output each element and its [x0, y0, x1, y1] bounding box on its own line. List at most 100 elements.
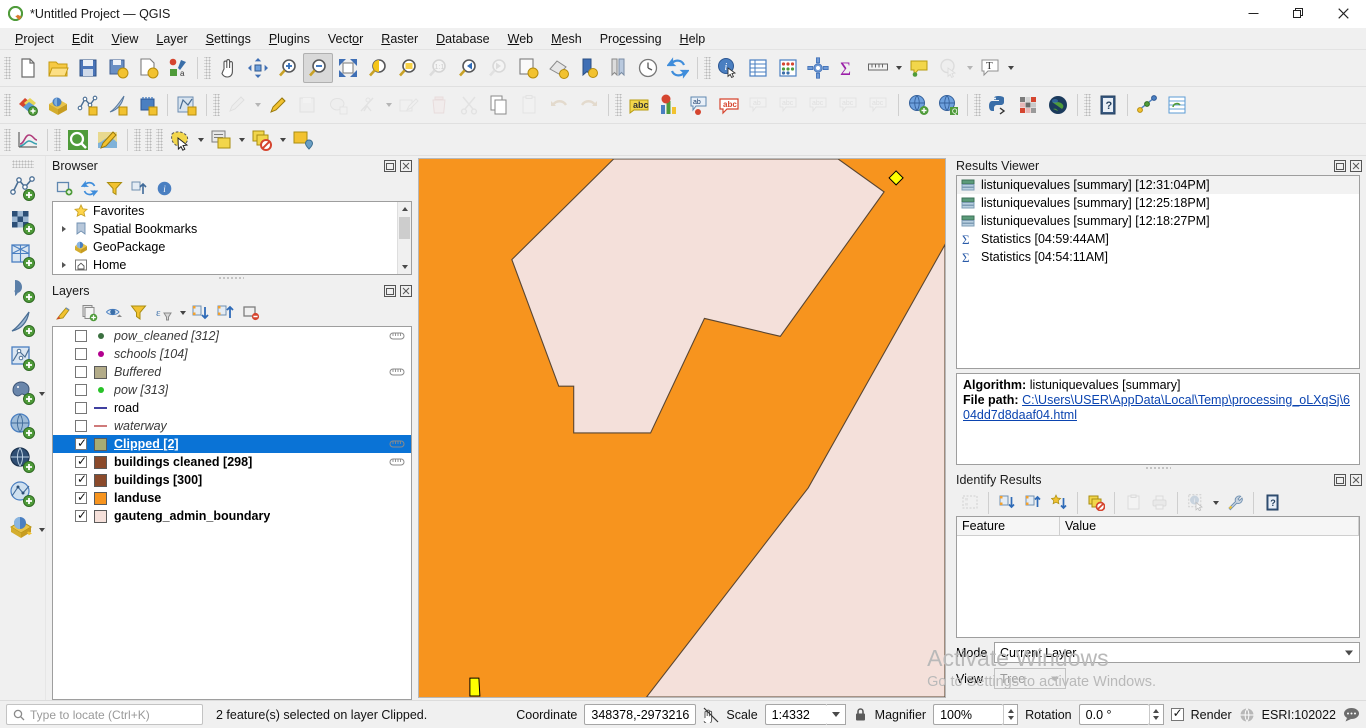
add-selected-layers-icon[interactable] — [52, 177, 76, 199]
undock-icon[interactable] — [383, 284, 396, 297]
crs-value[interactable]: ESRI:102022 — [1262, 708, 1336, 722]
layer-visibility-checkbox[interactable] — [75, 436, 87, 450]
toggle-extents-icon[interactable] — [703, 707, 719, 723]
open-layer-styling-icon[interactable] — [52, 302, 76, 324]
copy-features-icon[interactable] — [484, 90, 514, 120]
stepper-down-icon[interactable] — [1153, 716, 1159, 720]
text-annotation-icon[interactable]: T — [975, 53, 1005, 83]
chevron-down-icon[interactable] — [195, 125, 206, 155]
add-spatialite-layer-icon[interactable] — [6, 307, 40, 341]
undock-icon[interactable] — [1333, 159, 1346, 172]
toggle-editing-icon[interactable] — [263, 90, 293, 120]
chevron-down-icon[interactable] — [39, 392, 45, 396]
close-icon[interactable] — [399, 159, 412, 172]
undo-icon[interactable] — [544, 90, 574, 120]
statistical-summary-icon[interactable]: Σ — [833, 53, 863, 83]
result-item[interactable]: Σ Statistics [04:59:44AM] — [957, 230, 1359, 248]
stepper-up-icon[interactable] — [1153, 709, 1159, 713]
layer-row[interactable]: buildings [300] — [53, 471, 411, 489]
qfield-sync-icon[interactable] — [63, 125, 93, 155]
chevron-down-icon[interactable] — [252, 90, 263, 120]
show-properties-icon[interactable]: i — [152, 177, 176, 199]
zoom-full-icon[interactable] — [333, 53, 363, 83]
new-vector-layer-icon[interactable] — [73, 90, 103, 120]
result-item[interactable]: listuniquevalues [summary] [12:31:04PM] — [957, 176, 1359, 194]
help-contents-icon[interactable]: ? — [1093, 90, 1123, 120]
plugin-manager-icon[interactable] — [1013, 90, 1043, 120]
scroll-thumb[interactable] — [399, 217, 410, 239]
rotation-stepper[interactable] — [1148, 704, 1164, 725]
highlight-all-icon[interactable] — [1047, 492, 1071, 514]
layer-visibility-checkbox[interactable] — [75, 490, 87, 504]
menu-raster[interactable]: Raster — [372, 30, 427, 48]
toolbar-grip[interactable] — [704, 57, 711, 79]
move-label-icon[interactable]: abc — [804, 90, 834, 120]
chevron-down-icon[interactable] — [39, 528, 45, 532]
zoom-selection-icon[interactable] — [363, 53, 393, 83]
processing-toolbox-icon[interactable] — [803, 53, 833, 83]
toolbar-grip[interactable] — [974, 94, 981, 116]
close-button[interactable] — [1321, 0, 1366, 28]
new-3d-map-view-icon[interactable] — [543, 53, 573, 83]
metasearch-add-icon[interactable] — [903, 90, 933, 120]
deselect-all-icon[interactable] — [247, 125, 277, 155]
rotation-field[interactable]: 0.0 ° — [1078, 704, 1149, 725]
refresh-icon[interactable] — [663, 53, 693, 83]
render-checkbox[interactable] — [1170, 706, 1184, 721]
layer-row[interactable]: landuse — [53, 489, 411, 507]
map-edit-icon[interactable] — [93, 125, 123, 155]
add-group-icon[interactable] — [77, 302, 101, 324]
label-abc-icon[interactable]: abc — [624, 90, 654, 120]
pin-labels-icon[interactable]: ab — [744, 90, 774, 120]
select-by-form-icon[interactable] — [206, 125, 236, 155]
filter-browser-icon[interactable] — [102, 177, 126, 199]
toolbar-grip[interactable] — [11, 160, 34, 168]
browser-scrollbar[interactable] — [397, 202, 411, 274]
add-mesh-layer-icon[interactable] — [6, 239, 40, 273]
paste-features-icon[interactable] — [514, 90, 544, 120]
undock-icon[interactable] — [383, 159, 396, 172]
chevron-down-icon[interactable] — [964, 53, 975, 83]
add-xyz-layer-icon[interactable] — [6, 511, 40, 545]
zoom-layer-icon[interactable] — [393, 53, 423, 83]
change-label-icon[interactable]: abc — [864, 90, 894, 120]
new-bookmark-icon[interactable] — [603, 53, 633, 83]
toolbar-grip[interactable] — [213, 94, 220, 116]
delete-selected-icon[interactable] — [424, 90, 454, 120]
new-map-view-icon[interactable] — [513, 53, 543, 83]
menu-help[interactable]: Help — [671, 30, 715, 48]
menu-view[interactable]: View — [102, 30, 147, 48]
layer-row[interactable]: buildings cleaned [298] — [53, 453, 411, 471]
collapse-all-icon[interactable] — [214, 302, 238, 324]
close-icon[interactable] — [399, 284, 412, 297]
attribute-sync-icon[interactable] — [1162, 90, 1192, 120]
expander-icon[interactable] — [59, 256, 69, 274]
chevron-down-icon[interactable] — [383, 90, 394, 120]
layer-row[interactable]: Clipped [2] — [53, 435, 411, 453]
toolbar-grip[interactable] — [4, 57, 11, 79]
show-bookmarks-icon[interactable] — [573, 53, 603, 83]
result-item[interactable]: Σ Statistics [04:54:11AM] — [957, 248, 1359, 266]
messages-icon[interactable] — [1343, 707, 1360, 722]
add-polygon-feature-icon[interactable] — [323, 90, 353, 120]
toolbar-grip[interactable] — [204, 57, 211, 79]
open-attribute-table-icon[interactable] — [743, 53, 773, 83]
add-wfs-layer-icon[interactable] — [6, 443, 40, 477]
layer-visibility-checkbox[interactable] — [75, 384, 87, 396]
diagram-icon[interactable] — [654, 90, 684, 120]
layer-visibility-checkbox[interactable] — [75, 330, 87, 342]
layers-tree[interactable]: pow_cleaned [312] schools [104] Buffered po… — [52, 326, 412, 700]
maximize-button[interactable] — [1276, 0, 1321, 28]
layer-row[interactable]: waterway — [53, 417, 411, 435]
modify-attributes-icon[interactable] — [394, 90, 424, 120]
expression-filter-icon[interactable]: ε — [152, 302, 176, 324]
highlight-pinned-labels-icon[interactable]: ab — [684, 90, 714, 120]
layer-row[interactable]: pow_cleaned [312] — [53, 327, 411, 345]
browser-item-geopackage[interactable]: GeoPackage — [53, 238, 411, 256]
map-tips-icon[interactable] — [904, 53, 934, 83]
chevron-down-icon[interactable] — [236, 125, 247, 155]
toolbar-grip[interactable] — [134, 128, 141, 151]
filepath-link[interactable]: C:\Users\USER\AppData\Local\Temp\process… — [963, 393, 1350, 422]
open-project-icon[interactable] — [43, 53, 73, 83]
magnifier-field[interactable]: 100% — [933, 704, 1004, 725]
